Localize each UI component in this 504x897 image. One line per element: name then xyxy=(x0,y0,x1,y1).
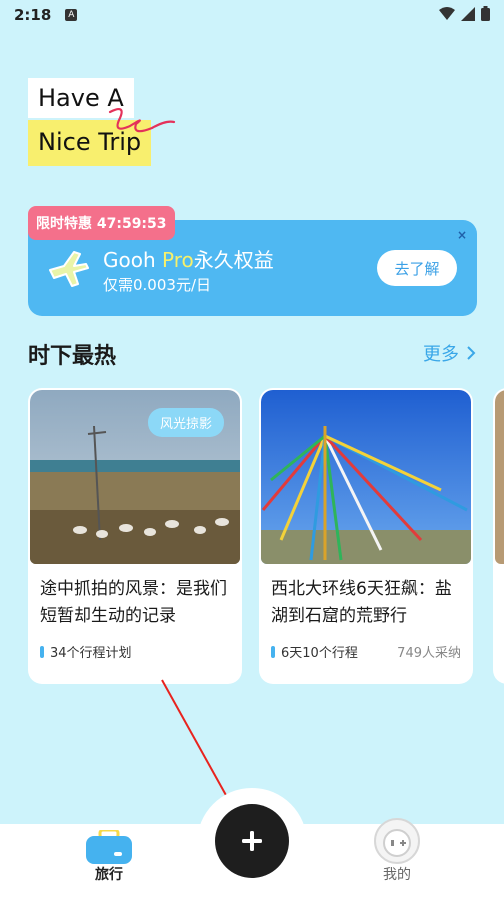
tab-mine-label[interactable]: 我的 xyxy=(370,864,424,884)
card-meta: 6天10个行程 xyxy=(271,642,358,661)
promo-title-prefix: Gooh xyxy=(103,248,163,272)
card-plan-count: 34个行程计划 xyxy=(50,646,132,661)
card-title: 西北大环线6天狂飙：盐湖到石窟的荒野行 xyxy=(271,579,452,626)
scribble-icon xyxy=(108,108,176,133)
meta-bar xyxy=(40,645,44,658)
trip-card[interactable]: 西北大环线6天狂飙：盐湖到石窟的荒野行 6天10个行程 749人采纳 xyxy=(259,388,473,684)
battery-icon xyxy=(481,6,490,25)
plus-icon xyxy=(242,831,262,851)
promo-banner[interactable]: 限时特惠 47:59:53 × Gooh Pro永久权益 仅需0.003元/日 … xyxy=(28,206,477,316)
add-trip-button[interactable] xyxy=(215,804,289,878)
airplane-icon xyxy=(49,251,89,287)
card-image-prayer-flags xyxy=(261,390,471,564)
tab-mine[interactable] xyxy=(372,816,422,870)
more-label: 更多 xyxy=(423,344,459,365)
profile-icon xyxy=(374,818,420,864)
app-logo: Have A Nice Trip xyxy=(28,78,176,168)
close-icon[interactable]: × xyxy=(457,228,467,242)
suitcase-icon xyxy=(86,828,132,864)
card-image-partial xyxy=(495,390,504,564)
status-indicator: A xyxy=(65,9,78,21)
card-meta: 34个行程计划 xyxy=(40,642,132,661)
card-image-landscape: 风光掠影 xyxy=(30,390,240,564)
card-category-tag: 风光掠影 xyxy=(147,408,224,437)
promo-title: Gooh Pro永久权益 xyxy=(103,244,274,273)
status-time: 2:18 xyxy=(14,6,52,24)
signal-icon xyxy=(461,6,475,25)
tab-travel[interactable] xyxy=(82,828,136,868)
card-plan-count: 6天10个行程 xyxy=(281,646,358,661)
tab-travel-label[interactable]: 旅行 xyxy=(82,864,136,884)
trip-card[interactable]: 风光掠影 途中抓拍的风景：是我们短暂却生动的记录 34个行程计划 xyxy=(28,388,242,684)
chevron-right-icon xyxy=(467,346,476,360)
promo-title-pro: Pro xyxy=(162,248,194,272)
status-icons xyxy=(439,6,490,25)
learn-more-button[interactable]: 去了解 xyxy=(377,250,457,286)
meta-bar xyxy=(271,645,275,658)
section-title: 时下最热 xyxy=(28,344,117,369)
more-link[interactable]: 更多 xyxy=(423,340,476,366)
wifi-icon xyxy=(439,6,455,25)
card-title: 途中抓拍的风景：是我们短暂却生动的记录 xyxy=(40,579,227,626)
promo-title-suffix: 永久权益 xyxy=(193,248,274,272)
trip-card-partial[interactable] xyxy=(493,388,504,684)
promo-subtitle: 仅需0.003元/日 xyxy=(103,276,211,294)
promo-countdown-badge: 限时特惠 47:59:53 xyxy=(28,206,175,240)
card-adoption-count: 749人采纳 xyxy=(397,646,461,661)
status-bar: 2:18 A xyxy=(0,0,504,30)
